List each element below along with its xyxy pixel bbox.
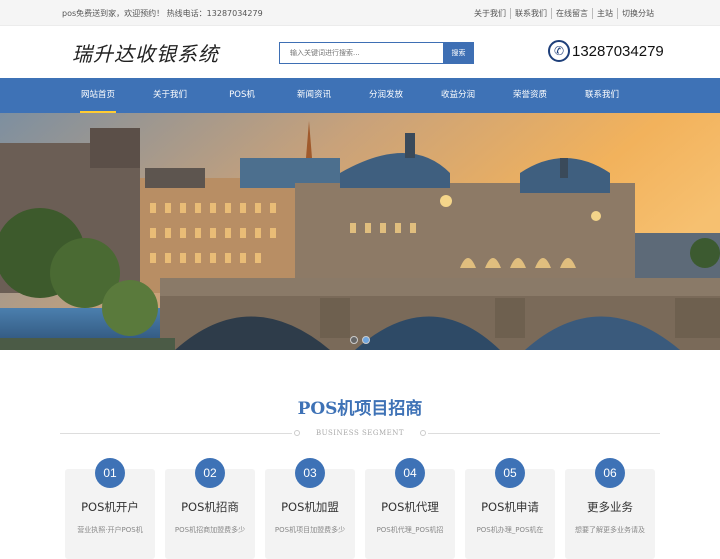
divider-circle-right [420, 430, 426, 436]
divider-left [60, 433, 292, 434]
business-card[interactable]: 01 POS机开户 营业执照·开户POS机 [65, 458, 155, 559]
nav-item-revenue-share[interactable]: 收益分润 [422, 78, 494, 113]
hero-banner[interactable] [0, 113, 720, 350]
divider-right [428, 433, 660, 434]
card-title: POS机代理 [381, 500, 439, 514]
card-description: POS机代理_POS机招 [376, 526, 444, 534]
nav-item-about[interactable]: 关于我们 [134, 78, 206, 113]
nav-item-pos[interactable]: POS机 [206, 78, 278, 113]
business-card[interactable]: 02 POS机招商 POS机招商加盟费多少 [165, 458, 255, 559]
card-number: 04 [395, 458, 425, 488]
card-description: POS机招商加盟费多少 [174, 526, 246, 534]
card-description: POS机项目加盟费多少 [274, 526, 346, 534]
search-bar: 搜索 [279, 42, 474, 64]
welcome-text: pos免费送到家，欢迎预约！ 热线电话：13287034279 [62, 9, 263, 18]
nav-item-profit-distribution[interactable]: 分润发放 [350, 78, 422, 113]
phone-icon: ✆ [548, 40, 570, 62]
divider-circle-left [294, 430, 300, 436]
card-description: 想要了解更多业务请及 [575, 526, 645, 534]
card-description: 营业执照·开户POS机 [77, 526, 143, 534]
top-links: 关于我们 联系我们 在线留言 主站 切换分站 [470, 8, 658, 19]
card-description: POS机办理_POS机在 [476, 526, 544, 534]
card-number: 01 [95, 458, 125, 488]
top-link-switch-site[interactable]: 切换分站 [617, 8, 658, 19]
card-title: POS机招商 [181, 500, 239, 514]
top-link-contact[interactable]: 联系我们 [510, 8, 551, 19]
search-input[interactable] [279, 42, 443, 64]
top-link-main-site[interactable]: 主站 [592, 8, 617, 19]
top-bar: pos免费送到家，欢迎预约！ 热线电话：13287034279 关于我们 联系我… [0, 0, 720, 26]
carousel-dot-1[interactable] [350, 336, 358, 344]
card-title: POS机申请 [481, 500, 539, 514]
nav-item-home[interactable]: 网站首页 [62, 78, 134, 113]
card-number: 05 [495, 458, 525, 488]
card-number: 03 [295, 458, 325, 488]
business-card[interactable]: 06 更多业务 想要了解更多业务请及 [565, 458, 655, 559]
site-logo[interactable]: 瑞升达收银系统 [72, 38, 219, 67]
business-card[interactable]: 05 POS机申请 POS机办理_POS机在 [465, 458, 555, 559]
carousel-dots [350, 336, 370, 344]
top-link-message[interactable]: 在线留言 [551, 8, 592, 19]
business-card[interactable]: 04 POS机代理 POS机代理_POS机招 [365, 458, 455, 559]
card-number: 06 [595, 458, 625, 488]
carousel-dot-2[interactable] [362, 336, 370, 344]
card-number: 02 [195, 458, 225, 488]
business-section: POS机项目招商 BUSINESS SEGMENT [0, 350, 720, 439]
card-title: POS机开户 [81, 500, 139, 514]
top-link-about[interactable]: 关于我们 [470, 8, 510, 19]
section-subtitle-row: BUSINESS SEGMENT [60, 427, 660, 439]
hotline: ✆ 13287034279 [548, 40, 664, 62]
section-title: POS机项目招商 [297, 399, 423, 419]
card-title: 更多业务 [587, 500, 633, 514]
main-nav: 网站首页 关于我们 POS机 新闻资讯 分润发放 收益分润 荣誉资质 联系我们 [0, 78, 720, 113]
nav-item-news[interactable]: 新闻资讯 [278, 78, 350, 113]
nav-item-contact[interactable]: 联系我们 [566, 78, 638, 113]
nav-item-honors[interactable]: 荣誉资质 [494, 78, 566, 113]
search-button[interactable]: 搜索 [443, 42, 474, 64]
banner-image [0, 113, 720, 350]
card-title: POS机加盟 [281, 500, 339, 514]
business-card[interactable]: 03 POS机加盟 POS机项目加盟费多少 [265, 458, 355, 559]
business-cards: 01 POS机开户 营业执照·开户POS机 02 POS机招商 POS机招商加盟… [65, 458, 655, 559]
header: 瑞升达收银系统 搜索 ✆ 13287034279 [0, 26, 720, 78]
hotline-number: 13287034279 [572, 42, 664, 60]
